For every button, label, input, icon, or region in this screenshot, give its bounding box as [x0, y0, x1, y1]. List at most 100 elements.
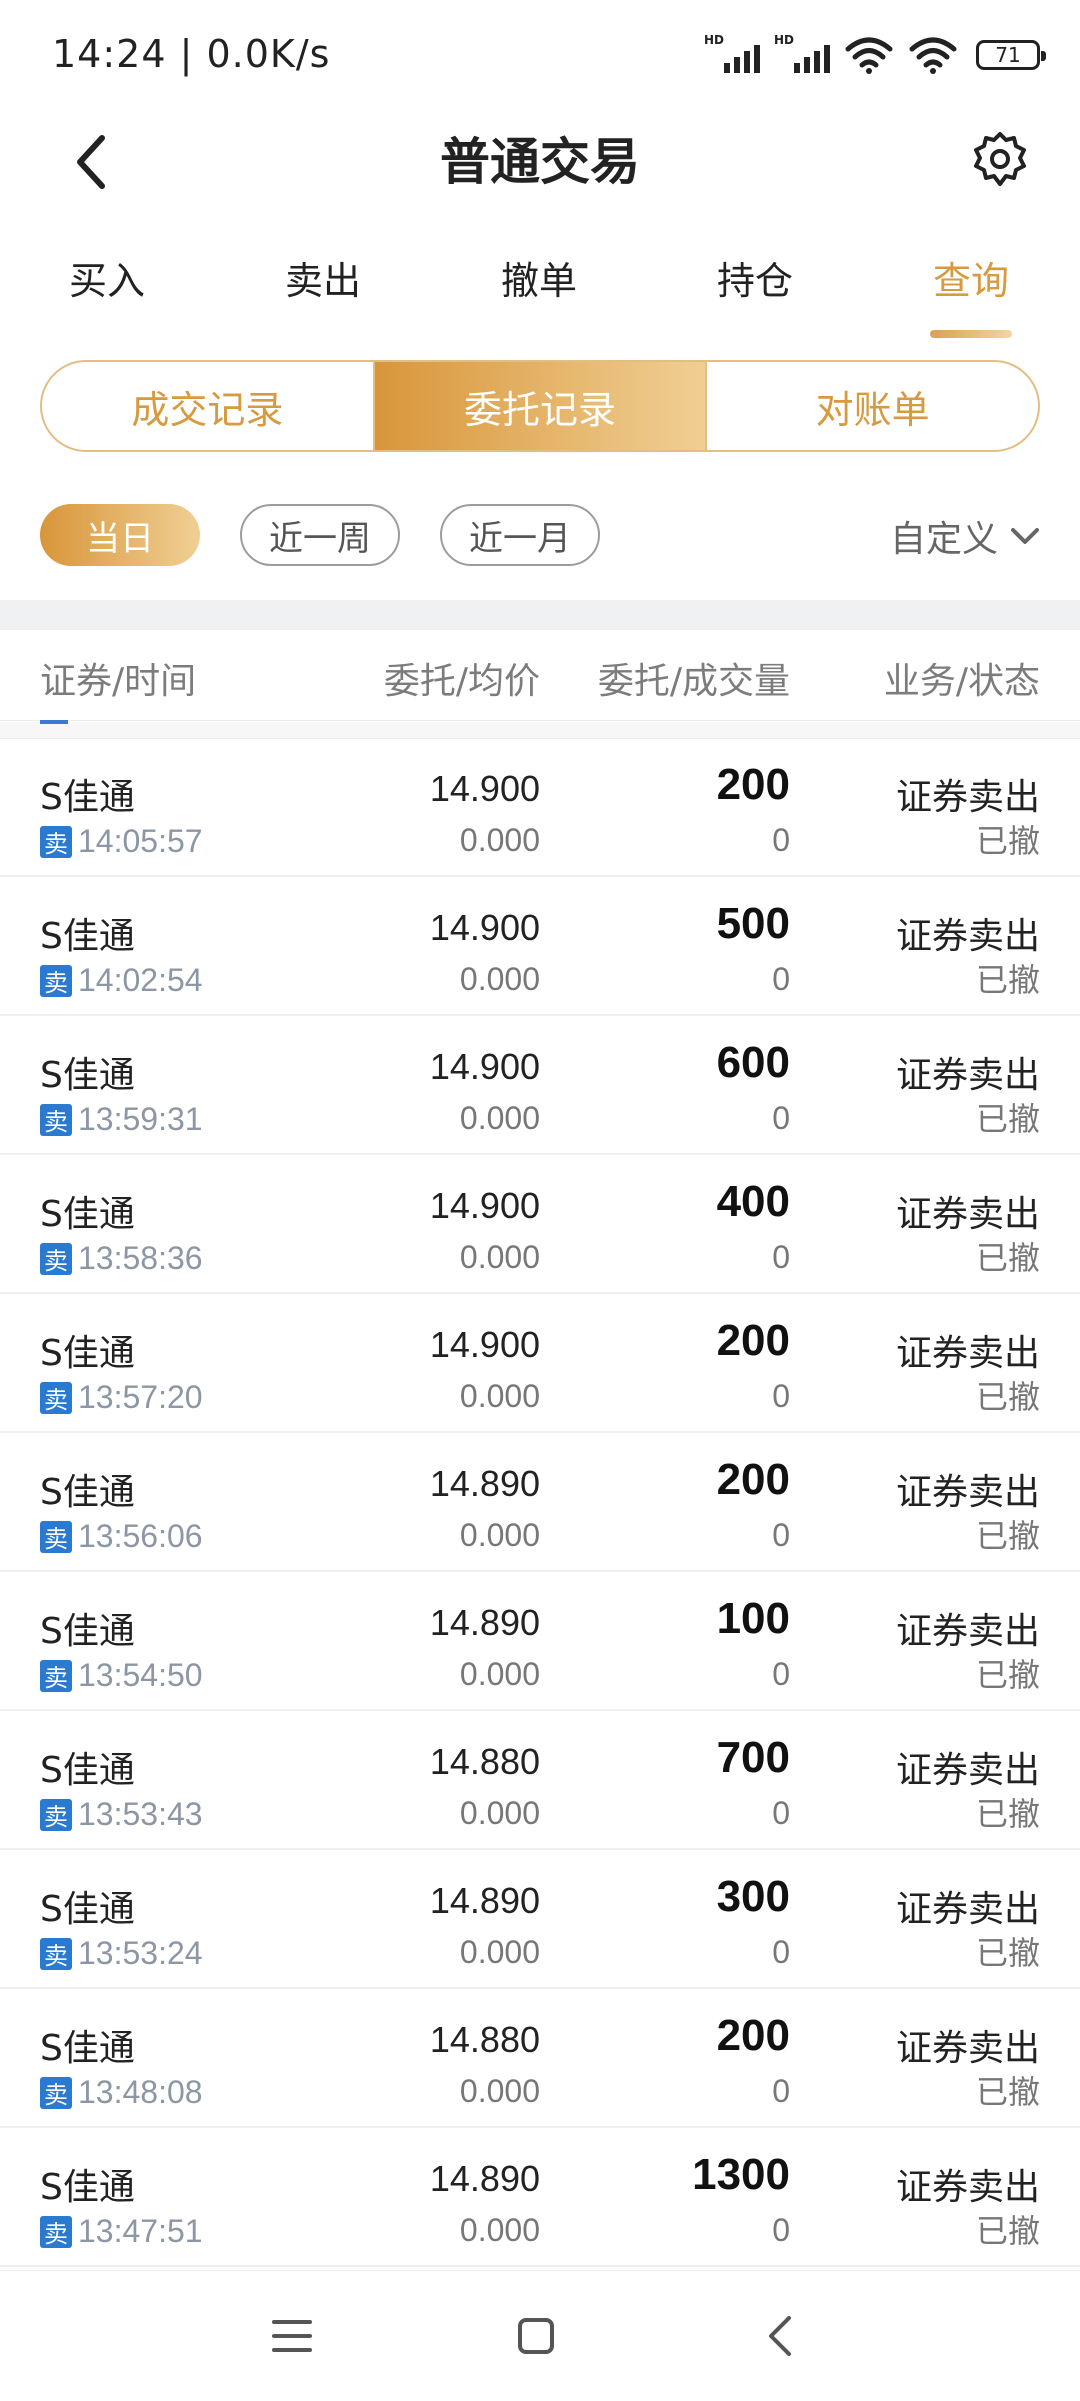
order-row[interactable]: S佳通 卖 13:53:24 14.890 0.000 300 0 证券卖出 已… [0, 1850, 1080, 1989]
custom-filter-label: 自定义 [889, 519, 998, 560]
chevron-down-icon [1011, 528, 1039, 544]
filled-quantity: 0 [772, 1934, 790, 1970]
status-bar: 14:24 | 0.0K/s HD HD 71 [0, 0, 1080, 110]
filled-quantity: 0 [772, 1517, 790, 1553]
order-price: 14.890 [429, 1602, 540, 1643]
filled-quantity: 0 [772, 2073, 790, 2109]
settings-button[interactable] [960, 120, 1040, 200]
order-time: 卖 13:47:51 [40, 2213, 203, 2250]
order-status: 已撤 [975, 1934, 1040, 1972]
order-status: 已撤 [975, 1100, 1040, 1138]
tab-query[interactable]: 查询 [891, 250, 1051, 305]
order-price: 14.890 [429, 1880, 540, 1921]
order-time: 卖 13:48:08 [40, 2074, 203, 2111]
order-quantity: 1300 [692, 2150, 790, 2199]
sell-badge: 卖 [40, 1937, 72, 1970]
business-type: 证券卖出 [895, 916, 1040, 957]
sell-badge: 卖 [40, 825, 72, 858]
average-price: 0.000 [459, 1100, 540, 1136]
order-status: 已撤 [975, 822, 1040, 860]
business-type: 证券卖出 [895, 777, 1040, 818]
order-row[interactable]: S佳通 卖 13:59:31 14.900 0.000 600 0 证券卖出 已… [0, 1016, 1080, 1155]
order-price: 14.890 [429, 1463, 540, 1504]
filled-quantity: 0 [772, 1656, 790, 1692]
date-filters: 当日 近一周 近一月 自定义 [0, 500, 1080, 574]
average-price: 0.000 [459, 822, 540, 858]
average-price: 0.000 [459, 1239, 540, 1275]
average-price: 0.000 [459, 1934, 540, 1970]
order-row[interactable]: S佳通 卖 13:48:08 14.880 0.000 200 0 证券卖出 已… [0, 1989, 1080, 2128]
order-quantity: 200 [716, 760, 790, 809]
order-price: 14.900 [429, 768, 540, 809]
battery-level: 71 [995, 43, 1021, 67]
order-row[interactable]: S佳通 卖 13:56:06 14.890 0.000 200 0 证券卖出 已… [0, 1433, 1080, 1572]
order-quantity: 200 [716, 2011, 790, 2060]
order-price: 14.900 [429, 907, 540, 948]
scroll-indicator [40, 720, 68, 724]
order-time-text: 13:56:06 [78, 1518, 203, 1554]
order-time-text: 13:57:20 [78, 1379, 203, 1415]
filter-month[interactable]: 近一月 [440, 504, 600, 566]
order-row[interactable]: S佳通 卖 14:02:54 14.900 0.000 500 0 证券卖出 已… [0, 877, 1080, 1016]
order-list[interactable]: S佳通 卖 14:05:57 14.900 0.000 200 0 证券卖出 已… [0, 738, 1080, 2267]
segment-statement[interactable]: 对账单 [705, 362, 1038, 450]
battery-icon: 71 [976, 40, 1046, 70]
order-time-text: 14:02:54 [78, 962, 203, 998]
tab-sell[interactable]: 卖出 [243, 250, 403, 305]
order-quantity: 500 [716, 899, 790, 948]
order-row[interactable]: S佳通 卖 13:47:51 14.890 0.000 1300 0 证券卖出 … [0, 2128, 1080, 2267]
header-business-status: 业务/状态 [883, 661, 1040, 702]
security-name: S佳通 [40, 916, 135, 957]
order-row[interactable]: S佳通 卖 14:05:57 14.900 0.000 200 0 证券卖出 已… [0, 738, 1080, 877]
wifi-icon-2 [909, 37, 957, 74]
list-header: 证券/时间 委托/均价 委托/成交量 业务/状态 [0, 630, 1080, 721]
order-time-text: 13:53:24 [78, 1935, 203, 1971]
tab-cancel[interactable]: 撤单 [459, 250, 619, 305]
order-time-text: 13:47:51 [78, 2213, 203, 2249]
security-name: S佳通 [40, 2028, 135, 2069]
average-price: 0.000 [459, 1795, 540, 1831]
order-time-text: 13:58:36 [78, 1240, 203, 1276]
order-row[interactable]: S佳通 卖 13:57:20 14.900 0.000 200 0 证券卖出 已… [0, 1294, 1080, 1433]
section-divider [0, 600, 1080, 630]
security-name: S佳通 [40, 1472, 135, 1513]
order-quantity: 200 [716, 1316, 790, 1365]
home-button[interactable] [496, 2301, 576, 2371]
filter-today[interactable]: 当日 [40, 504, 200, 566]
segment-deal-records[interactable]: 成交记录 [42, 362, 373, 450]
order-time: 卖 13:54:50 [40, 1657, 203, 1694]
order-time: 卖 13:56:06 [40, 1518, 203, 1555]
order-status: 已撤 [975, 1795, 1040, 1833]
menu-button[interactable] [252, 2301, 332, 2371]
order-row[interactable]: S佳通 卖 13:58:36 14.900 0.000 400 0 证券卖出 已… [0, 1155, 1080, 1294]
order-quantity: 600 [716, 1038, 790, 1087]
order-time-text: 13:48:08 [78, 2074, 203, 2110]
tab-buy[interactable]: 买入 [27, 250, 187, 305]
business-type: 证券卖出 [895, 1472, 1040, 1513]
order-row[interactable]: S佳通 卖 13:53:43 14.880 0.000 700 0 证券卖出 已… [0, 1711, 1080, 1850]
order-time: 卖 13:53:43 [40, 1796, 203, 1833]
filled-quantity: 0 [772, 1100, 790, 1136]
business-type: 证券卖出 [895, 2167, 1040, 2208]
order-time-text: 13:54:50 [78, 1657, 203, 1693]
average-price: 0.000 [459, 1656, 540, 1692]
filter-week[interactable]: 近一周 [240, 504, 400, 566]
security-name: S佳通 [40, 1333, 135, 1374]
filled-quantity: 0 [772, 1378, 790, 1414]
tab-positions[interactable]: 持仓 [675, 250, 835, 305]
filled-quantity: 0 [772, 822, 790, 858]
segment-order-records[interactable]: 委托记录 [372, 362, 706, 450]
order-status: 已撤 [975, 1656, 1040, 1694]
tab-active-indicator [930, 330, 1012, 338]
sell-badge: 卖 [40, 1381, 72, 1414]
order-price: 14.900 [429, 1324, 540, 1365]
order-quantity: 300 [716, 1872, 790, 1921]
header-security-time: 证券/时间 [40, 661, 197, 702]
order-row[interactable]: S佳通 卖 13:54:50 14.890 0.000 100 0 证券卖出 已… [0, 1572, 1080, 1711]
gear-icon [974, 132, 1026, 186]
system-back-button[interactable] [740, 2301, 820, 2371]
signal-icon-2: HD [774, 33, 830, 73]
business-type: 证券卖出 [895, 1889, 1040, 1930]
custom-filter[interactable]: 自定义 [890, 510, 1040, 562]
header-price: 委托/均价 [383, 661, 540, 702]
